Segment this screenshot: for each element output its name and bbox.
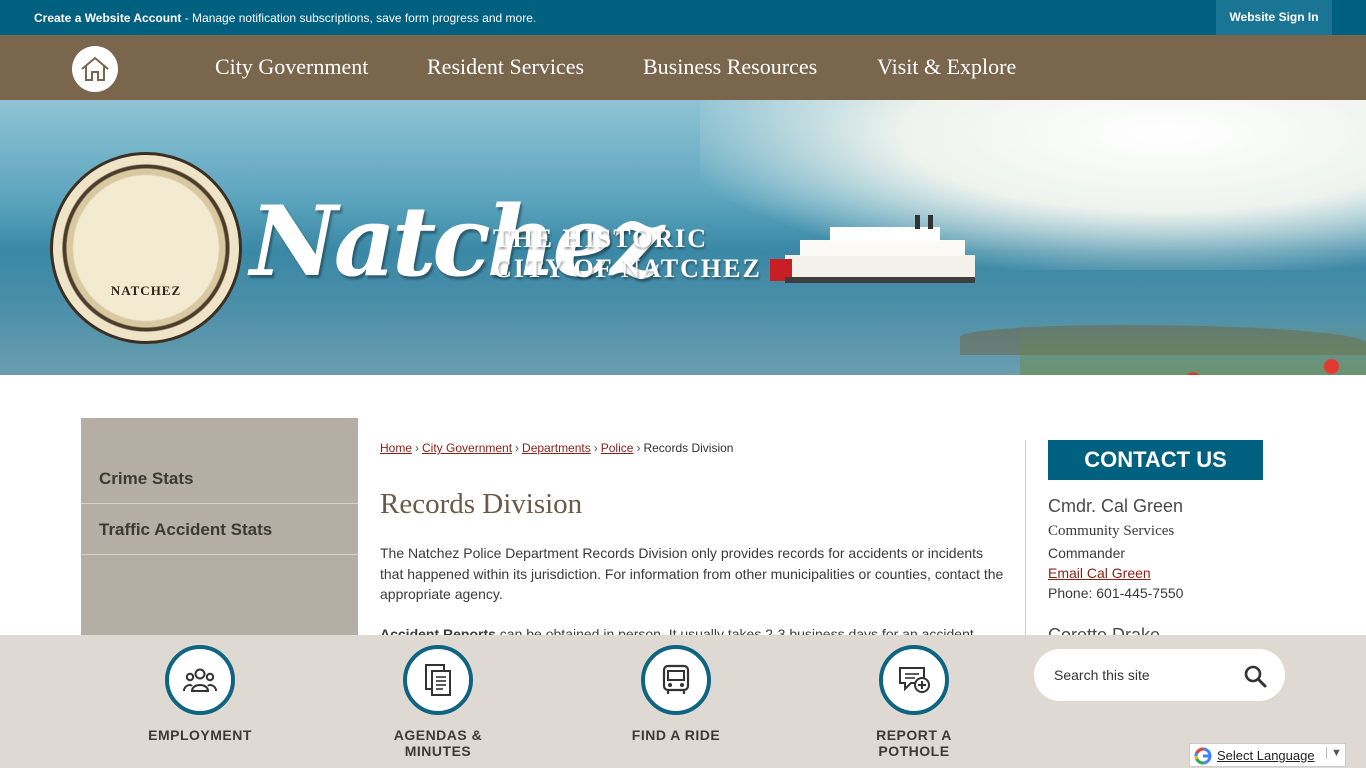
contact-us-heading: CONTACT US — [1048, 440, 1263, 480]
content-divider — [1025, 440, 1026, 640]
create-account-message[interactable]: Create a Website Account - Manage notifi… — [34, 11, 536, 25]
seal-text: NATCHEZ — [110, 283, 182, 298]
dropdown-arrow-icon[interactable]: ▼ — [1326, 747, 1342, 759]
breadcrumb-separator: › — [636, 441, 641, 455]
people-icon — [183, 668, 217, 692]
site-search — [1034, 649, 1285, 701]
top-bar: Create a Website Account - Manage notifi… — [0, 0, 1366, 35]
nav-visit-explore[interactable]: Visit & Explore — [877, 54, 1016, 80]
breadcrumb: Home › City Government › Departments › Police ›… — [380, 441, 733, 455]
quick-link-agendas-minutes[interactable]: AGENDAS & MINUTES — [358, 645, 518, 759]
sidebar-nav: Crime Stats Traffic Accident Stats — [81, 418, 358, 638]
breadcrumb-police[interactable]: Police — [601, 441, 634, 455]
report-pothole-circle[interactable] — [879, 645, 949, 715]
home-button[interactable] — [72, 46, 118, 92]
page-title: Records Division — [380, 488, 583, 520]
contact-phone: Phone: 601-445-7550 — [1048, 585, 1184, 601]
breadcrumb-separator: › — [593, 441, 598, 455]
search-input[interactable] — [1054, 664, 1234, 686]
create-account-description: - Manage notification subscriptions, sav… — [181, 11, 537, 25]
intro-paragraph: The Natchez Police Department Records Di… — [380, 545, 1004, 602]
employment-circle[interactable] — [165, 645, 235, 715]
search-icon[interactable] — [1242, 663, 1268, 689]
banner-tagline: THE HISTORIC CITY OF NATCHEZ — [493, 224, 762, 284]
city-seal: NATCHEZ — [50, 152, 242, 344]
contact-name: Cmdr. Cal Green — [1048, 496, 1184, 516]
site-banner[interactable]: NATCHEZ Natchez THE HISTORIC CITY OF NAT… — [0, 100, 1366, 375]
report-pothole-label[interactable]: REPORT A POTHOLE — [874, 727, 954, 759]
quick-link-report-pothole[interactable]: REPORT A POTHOLE — [834, 645, 994, 759]
find-a-ride-label[interactable]: FIND A RIDE — [596, 727, 756, 743]
bus-icon — [662, 664, 690, 694]
agendas-circle[interactable] — [403, 645, 473, 715]
breadcrumb-current: Records Division — [643, 441, 734, 455]
google-g-icon — [1194, 747, 1212, 765]
quick-links-bar: EMPLOYMENT AGENDAS & MINUTES FIND A RIDE… — [0, 635, 1366, 768]
contact-email-link[interactable]: Email Cal Green — [1048, 565, 1151, 581]
agendas-label[interactable]: AGENDAS & MINUTES — [393, 727, 483, 759]
breadcrumb-separator: › — [415, 441, 420, 455]
select-language-label[interactable]: Select Language — [1217, 748, 1315, 763]
employment-label[interactable]: EMPLOYMENT — [120, 727, 280, 743]
sidebar-item-traffic-accident-stats[interactable]: Traffic Accident Stats — [81, 504, 358, 555]
quick-link-find-a-ride[interactable]: FIND A RIDE — [596, 645, 756, 743]
sidebar-item-crime-stats[interactable]: Crime Stats — [81, 453, 358, 504]
create-account-link[interactable]: Create a Website Account — [34, 11, 181, 25]
breadcrumb-departments[interactable]: Departments — [522, 441, 591, 455]
nav-city-government[interactable]: City Government — [215, 54, 368, 80]
banner-flowers — [1020, 320, 1366, 375]
contact-department: Community Services — [1048, 523, 1175, 539]
main-navigation: City Government Resident Services Busine… — [0, 35, 1366, 100]
steamboat-image — [770, 215, 975, 283]
quick-link-employment[interactable]: EMPLOYMENT — [120, 645, 280, 743]
find-a-ride-circle[interactable] — [641, 645, 711, 715]
breadcrumb-separator: › — [515, 441, 520, 455]
nav-resident-services[interactable]: Resident Services — [427, 54, 584, 80]
contact-title: Commander — [1048, 545, 1126, 561]
chat-plus-icon — [899, 667, 930, 693]
website-sign-in-button[interactable]: Website Sign In — [1216, 0, 1332, 35]
nav-business-resources[interactable]: Business Resources — [643, 54, 817, 80]
breadcrumb-home[interactable]: Home — [380, 441, 412, 455]
documents-icon — [425, 664, 451, 696]
breadcrumb-city-government[interactable]: City Government — [422, 441, 512, 455]
tagline-line-2: CITY OF NATCHEZ — [493, 254, 762, 283]
home-icon — [81, 56, 109, 81]
tagline-line-1: THE HISTORIC — [493, 224, 708, 253]
google-translate-select[interactable]: Select Language ▼ — [1189, 743, 1346, 767]
